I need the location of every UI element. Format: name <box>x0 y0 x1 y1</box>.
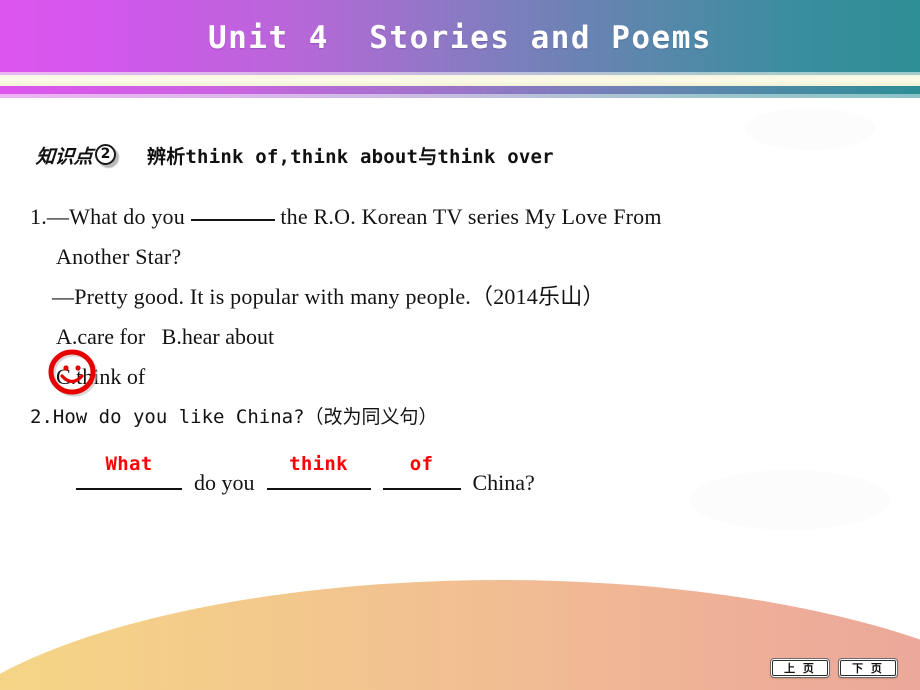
background-watermark <box>745 108 875 150</box>
knowledge-point-tag: 知识点 <box>35 145 94 168</box>
navigation-buttons: 上 页 下 页 <box>770 658 898 678</box>
next-page-button-label: 下 页 <box>840 660 896 676</box>
header-divider-cream-band <box>0 75 920 86</box>
header-divider-color-band <box>0 86 920 94</box>
answer-blank-2[interactable]: think <box>266 453 371 490</box>
question-content: 1.—What do you the R.O. Korean TV series… <box>30 197 890 437</box>
badge-number: 2 <box>100 146 111 162</box>
answer-tail-text: China? <box>472 470 535 495</box>
question-1-options-row-1[interactable]: A.care for B.hear about <box>30 317 890 357</box>
next-page-button[interactable]: 下 页 <box>838 658 898 678</box>
question-2-answer-line: What do you think of China? <box>30 432 830 495</box>
question-1-text-after-blank: the R.O. Korean TV series My Love From <box>274 204 662 229</box>
knowledge-point-heading: 知识点 2 辨析think of,think about与think over <box>35 137 554 173</box>
question-1-line-3: —Pretty good. It is popular with many pe… <box>52 284 605 309</box>
question-1-line-2: Another Star? <box>56 244 182 269</box>
page-title: Unit 4 Stories and Poems <box>207 20 713 56</box>
knowledge-point-title: 辨析think of,think about与think over <box>147 145 554 168</box>
question-1-line-1: 1.—What do you the R.O. Korean TV series… <box>30 197 890 237</box>
question-2-prompt: 2.How do you like China?（改为同义句） <box>30 406 438 428</box>
answer-blank-2-value: think <box>289 453 348 475</box>
prev-page-button[interactable]: 上 页 <box>770 658 830 678</box>
background-watermark <box>690 470 890 530</box>
question-1-options-row-2[interactable]: C.think of <box>30 357 890 397</box>
knowledge-point-number-badge: 2 <box>95 144 120 168</box>
header-divider-line-bottom <box>0 94 920 98</box>
answer-mid-text: do you <box>194 470 255 495</box>
question-1-text-before-blank: 1.—What do you <box>30 204 191 229</box>
answer-blank-1[interactable]: What <box>76 453 182 490</box>
prev-page-button-label: 上 页 <box>772 660 828 676</box>
slide-root: Unit 4 Stories and Poems 知识点 2 辨析think o… <box>0 0 920 690</box>
answer-blank-3-value: of <box>409 453 434 475</box>
answer-blank-1-value: What <box>105 453 153 475</box>
answer-blank-3[interactable]: of <box>382 453 461 490</box>
question-1-blank[interactable] <box>190 203 275 221</box>
